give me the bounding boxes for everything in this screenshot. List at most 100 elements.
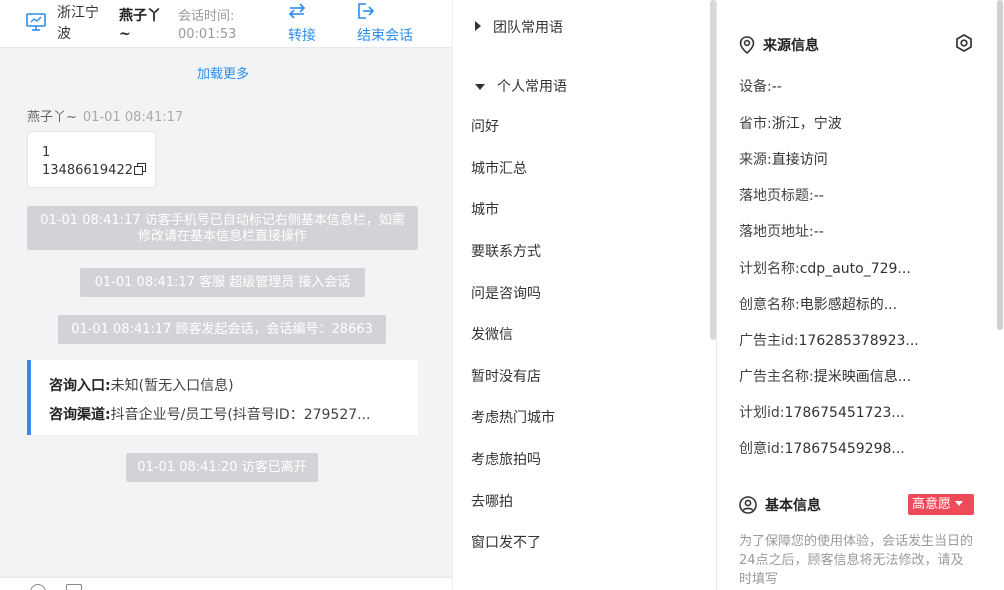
system-message: 01-01 08:41:17 顾客发起会话，会话编号：28663 <box>58 315 386 344</box>
row-label: 广告主名称: <box>739 369 814 385</box>
source-row-creative-name: 创意名称:电影感超标的... <box>739 294 897 314</box>
source-row-advertiser-id: 广告主id:176285378923... <box>739 330 919 350</box>
consult-info-card: 咨询入口:未知(暂无入口信息) 咨询渠道:抖音企业号/员工号(抖音号ID：279… <box>27 360 418 435</box>
row-value: 电影感超标的... <box>799 297 898 313</box>
row-value: cdp_auto_729... <box>799 261 911 277</box>
phrase-item[interactable]: 城市汇总 <box>471 158 527 178</box>
row-label: 落地页地址: <box>739 224 814 240</box>
source-row-plan-id: 计划id:178675451723... <box>739 402 905 422</box>
source-row-region: 省市:浙江，宁波 <box>739 113 842 133</box>
consult-channel-value: 抖音企业号/员工号(抖音号ID：279527... <box>110 407 371 423</box>
source-info-label: 来源信息 <box>763 38 819 54</box>
message-phone: 13486619422 <box>42 162 155 180</box>
row-label: 落地页标题: <box>739 188 814 204</box>
phrase-item[interactable]: 要联系方式 <box>471 241 541 261</box>
basic-info-label: 基本信息 <box>765 498 821 514</box>
row-label: 创意名称: <box>739 297 800 313</box>
consult-entry-row: 咨询入口:未知(暂无入口信息) <box>49 372 418 401</box>
phrase-item[interactable]: 暂时没有店 <box>471 366 541 386</box>
chat-panel: 浙江宁波 燕子丫~ 会话时间: 00:01:53 转接 结束会话 加载更多 燕子… <box>0 0 452 590</box>
message-line: 1 <box>42 145 51 160</box>
chat-console: 浙江宁波 燕子丫~ 会话时间: 00:01:53 转接 结束会话 加载更多 燕子… <box>0 0 1004 590</box>
transfer-label: 转接 <box>288 28 316 44</box>
phrase-item[interactable]: 去哪拍 <box>471 491 513 511</box>
phrase-item[interactable]: 考虑旅拍吗 <box>471 449 541 469</box>
phrase-item[interactable]: 问是咨询吗 <box>471 283 541 303</box>
source-row-creative-id: 创意id:178675459298... <box>739 438 905 458</box>
info-scrollbar[interactable] <box>997 0 1003 330</box>
source-row-origin: 来源:直接访问 <box>739 149 828 169</box>
caret-right-icon <box>475 21 481 31</box>
phone-number: 13486619422 <box>42 163 133 178</box>
message-bubble: 1 13486619422 <box>27 131 156 188</box>
source-row-device: 设备:-- <box>739 76 782 96</box>
source-info-title: 来源信息 <box>739 35 819 55</box>
message-time: 01-01 08:41:17 <box>82 110 184 125</box>
row-label: 设备: <box>739 79 772 95</box>
load-more-link[interactable]: 加载更多 <box>0 63 446 82</box>
row-label: 计划id: <box>739 405 785 421</box>
image-icon[interactable] <box>66 584 82 590</box>
phrase-item[interactable]: 窗口发不了 <box>471 532 541 552</box>
intent-level-value: 高意愿 <box>912 497 952 512</box>
end-session-label: 结束会话 <box>357 28 413 44</box>
transfer-button[interactable]: 转接 <box>288 3 316 45</box>
row-value: -- <box>813 224 824 240</box>
consult-channel-label: 咨询渠道: <box>49 407 111 423</box>
source-row-landing-title: 落地页标题:-- <box>739 185 824 205</box>
row-value: 提米映画信息... <box>813 369 912 385</box>
row-value: 178675459298... <box>784 441 905 457</box>
row-label: 来源: <box>739 152 772 168</box>
transfer-icon <box>288 3 306 19</box>
caret-down-icon <box>475 84 485 90</box>
message-meta: 燕子丫~ 01-01 08:41:17 <box>27 106 183 125</box>
row-value: 176285378923... <box>798 333 919 349</box>
user-circle-icon <box>739 496 757 514</box>
phrase-item[interactable]: 发微信 <box>471 324 513 344</box>
consult-entry-value: 未知(暂无入口信息) <box>110 378 234 394</box>
basic-info-title: 基本信息 <box>739 495 821 515</box>
source-row-plan-name: 计划名称:cdp_auto_729... <box>739 258 911 278</box>
phrase-item[interactable]: 城市 <box>471 199 499 219</box>
phrase-item[interactable]: 考虑热门城市 <box>471 407 555 427</box>
location-pin-icon <box>739 36 755 54</box>
row-value: -- <box>771 79 782 95</box>
copy-icon[interactable] <box>133 163 146 175</box>
session-time-label: 会话时间: <box>178 9 235 24</box>
input-toolbar <box>0 577 452 590</box>
system-message: 01-01 08:41:20 访客已离开 <box>126 453 318 482</box>
chat-header: 浙江宁波 燕子丫~ 会话时间: 00:01:53 转接 结束会话 <box>0 0 452 48</box>
visitor-location: 浙江宁波 <box>57 5 99 42</box>
quick-phrases-panel: 团队常用语 个人常用语 问好 城市汇总 城市 要联系方式 问是咨询吗 发微信 暂… <box>452 0 716 590</box>
caret-down-icon <box>955 501 964 506</box>
phrase-group-team[interactable]: 团队常用语 <box>475 17 563 37</box>
session-time: 00:01:53 <box>178 27 237 42</box>
row-value: 直接访问 <box>771 152 828 168</box>
consult-channel-row: 咨询渠道:抖音企业号/员工号(抖音号ID：279527... <box>49 401 418 430</box>
phrase-group-personal[interactable]: 个人常用语 <box>475 76 567 96</box>
row-label: 省市: <box>739 116 772 132</box>
phrase-group-label: 团队常用语 <box>493 20 563 36</box>
settings-icon[interactable] <box>954 33 974 53</box>
row-label: 创意id: <box>739 441 785 457</box>
intent-level-dropdown[interactable]: 高意愿 <box>908 494 974 515</box>
source-row-landing-url: 落地页地址:-- <box>739 221 824 241</box>
phrase-group-label: 个人常用语 <box>497 79 567 95</box>
edit-deadline-notice: 为了保障您的使用体验，会话发生当日的24点之后，顾客信息将无法修改，请及时填写 <box>739 534 974 587</box>
row-label: 广告主id: <box>739 333 799 349</box>
logout-icon <box>358 3 375 19</box>
visitor-name: 燕子丫~ <box>119 8 161 42</box>
row-value: -- <box>813 188 824 204</box>
system-message: 01-01 08:41:17 客服 超级管理员 接入会话 <box>80 268 365 297</box>
visitor-info-panel: 来源信息 设备:-- 省市:浙江，宁波 来源:直接访问 落地页标题:-- 落地页… <box>716 0 1004 590</box>
source-row-advertiser-name: 广告主名称:提米映画信息... <box>739 366 911 386</box>
monitor-icon <box>26 13 46 31</box>
row-label: 计划名称: <box>739 261 800 277</box>
row-value: 178675451723... <box>784 405 905 421</box>
phrase-item[interactable]: 问好 <box>471 116 499 136</box>
emoji-icon[interactable] <box>30 584 46 590</box>
end-session-button[interactable]: 结束会话 <box>357 3 413 45</box>
system-message: 01-01 08:41:17 访客手机号已自动标记右侧基本信息栏，如需修改请在基… <box>27 206 418 250</box>
row-value: 浙江，宁波 <box>771 116 842 132</box>
consult-entry-label: 咨询入口: <box>49 378 111 394</box>
